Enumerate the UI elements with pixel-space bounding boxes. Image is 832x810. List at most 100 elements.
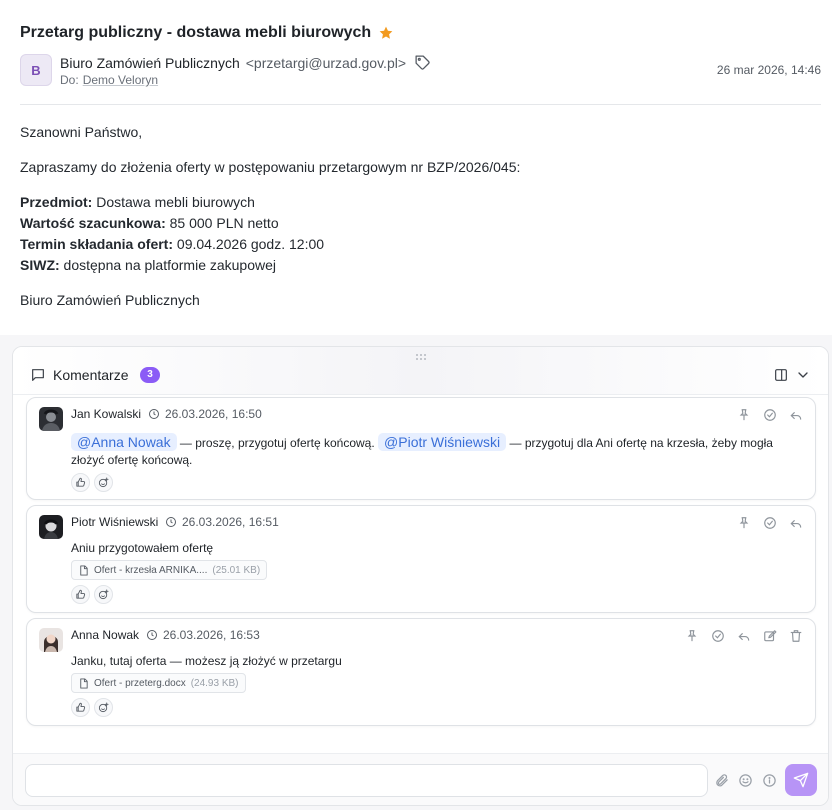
comments-title: Komentarze	[53, 367, 129, 383]
pin-icon[interactable]	[737, 408, 751, 422]
email-signature: Biuro Zamówień Publicznych	[20, 292, 200, 308]
comment-text-part: — proszę, przygotuj ofertę końcową.	[176, 436, 379, 450]
comment-time-text: 26.03.2026, 16:53	[163, 628, 260, 642]
detail-label: Przedmiot:	[20, 194, 93, 210]
detail-subject: Przedmiot: Dostawa mebli biurowych	[20, 192, 820, 213]
comment-text: @Anna Nowak — proszę, przygotuj ofertę k…	[71, 433, 775, 469]
star-icon[interactable]	[378, 25, 394, 41]
chat-bubble-icon	[30, 367, 46, 383]
avatar	[39, 628, 63, 652]
attachment-name: Ofert - przeterg.docx	[94, 677, 186, 689]
recipient-line: Do: Demo Veloryn	[60, 73, 158, 87]
file-icon	[80, 564, 88, 576]
sender-line: Biuro Zamówień Publicznych <przetargi@ur…	[60, 54, 431, 71]
attachment-size: (24.93 KB)	[190, 677, 239, 689]
comment-time: 26.03.2026, 16:50	[148, 407, 262, 421]
detail-value: 85 000 PLN netto	[169, 215, 279, 231]
thumbs-up-button[interactable]	[71, 585, 90, 604]
reply-icon[interactable]	[737, 629, 751, 643]
email-subject: Przetarg publiczny - dostawa mebli biuro…	[20, 24, 394, 42]
add-reaction-button[interactable]	[94, 698, 113, 717]
chevron-down-icon[interactable]	[795, 367, 811, 383]
sender-email[interactable]: <przetargi@urzad.gov.pl>	[246, 55, 406, 71]
detail-value: 09.04.2026 godz. 12:00	[176, 236, 325, 252]
sender-name[interactable]: Biuro Zamówień Publicznych	[60, 55, 240, 71]
comment-actions	[685, 629, 803, 643]
detail-estimated-value: Wartość szacunkowa: 85 000 PLN netto	[20, 213, 820, 234]
subject-text: Przetarg publiczny - dostawa mebli biuro…	[20, 24, 372, 41]
recipient-name[interactable]: Demo Veloryn	[83, 73, 158, 87]
thumbs-up-icon	[76, 477, 86, 487]
reply-icon[interactable]	[789, 516, 803, 530]
send-icon	[793, 772, 809, 788]
drag-handle-icon[interactable]	[414, 348, 428, 360]
detail-label: SIWZ:	[20, 257, 60, 273]
avatar	[39, 515, 63, 539]
pin-icon[interactable]	[737, 516, 751, 530]
email-greeting: Szanowni Państwo,	[20, 124, 143, 140]
mention-chip[interactable]: @Piotr Wiśniewski	[378, 433, 507, 451]
thumbs-up-button[interactable]	[71, 698, 90, 717]
email-body: Szanowni Państwo, Zapraszamy do złożenia…	[20, 122, 820, 326]
comment-item: Anna Nowak 26.03.2026, 16:53 Janku, tuta…	[26, 618, 816, 726]
email-view: Przetarg publiczny - dostawa mebli biuro…	[0, 0, 832, 335]
comment-author: Anna Nowak	[71, 628, 140, 642]
comment-text: Aniu przygotowałem ofertę	[71, 541, 214, 555]
thumbs-up-icon	[76, 702, 86, 712]
file-icon	[80, 677, 88, 689]
split-view-icon[interactable]	[773, 367, 789, 383]
info-icon[interactable]	[762, 773, 777, 788]
comment-text: Janku, tutaj oferta — możesz ją złożyć w…	[71, 654, 342, 668]
clock-icon	[147, 630, 157, 640]
comment-time-text: 26.03.2026, 16:50	[165, 407, 262, 421]
attachment-chip[interactable]: Ofert - krzesła ARNIKA.... (25.01 KB)	[71, 560, 268, 580]
detail-siwz: SIWZ: dostępna na platformie zakupowej	[20, 255, 820, 276]
pin-icon[interactable]	[685, 629, 699, 643]
detail-label: Wartość szacunkowa:	[20, 215, 166, 231]
avatar	[39, 407, 63, 431]
add-reaction-button[interactable]	[94, 473, 113, 492]
edit-icon[interactable]	[763, 629, 777, 643]
email-intro: Zapraszamy do złożenia oferty w postępow…	[20, 159, 521, 175]
comment-time: 26.03.2026, 16:51	[165, 515, 279, 529]
comment-composer	[13, 753, 828, 805]
emoji-add-icon	[98, 702, 109, 713]
add-reaction-button[interactable]	[94, 585, 113, 604]
trash-icon[interactable]	[789, 629, 803, 643]
comment-item: Jan Kowalski 26.03.2026, 16:50 @Anna Now…	[26, 397, 816, 500]
check-circle-icon[interactable]	[763, 516, 777, 530]
sender-avatar: B	[20, 54, 52, 86]
comment-time-text: 26.03.2026, 16:51	[182, 515, 279, 529]
thumbs-up-button[interactable]	[71, 473, 90, 492]
comments-panel: Komentarze 3 Jan Kowalski 26.03.2026, 16…	[12, 346, 829, 806]
emoji-add-icon	[98, 477, 109, 488]
reaction-bar	[71, 585, 113, 604]
reply-icon[interactable]	[789, 408, 803, 422]
comments-count-badge: 3	[140, 367, 160, 383]
comment-actions	[737, 516, 803, 530]
header-divider	[20, 104, 821, 105]
reaction-bar	[71, 698, 113, 717]
comment-item: Piotr Wiśniewski 26.03.2026, 16:51 Aniu …	[26, 505, 816, 613]
attachment-chip[interactable]: Ofert - przeterg.docx (24.93 KB)	[71, 673, 246, 693]
detail-deadline: Termin składania ofert: 09.04.2026 godz.…	[20, 234, 820, 255]
detail-label: Termin składania ofert:	[20, 236, 174, 252]
check-circle-icon[interactable]	[763, 408, 777, 422]
check-circle-icon[interactable]	[711, 629, 725, 643]
thumbs-up-icon	[76, 589, 86, 599]
attachment-size: (25.01 KB)	[212, 564, 261, 576]
send-button[interactable]	[785, 764, 817, 796]
emoji-add-icon	[98, 589, 109, 600]
tender-details: Przedmiot: Dostawa mebli biurowych Warto…	[20, 192, 820, 276]
comment-author: Piotr Wiśniewski	[71, 515, 159, 529]
clock-icon	[166, 517, 176, 527]
to-label: Do:	[60, 73, 79, 87]
comment-time: 26.03.2026, 16:53	[146, 628, 260, 642]
comment-input[interactable]	[25, 764, 708, 797]
emoji-icon[interactable]	[738, 773, 753, 788]
paperclip-icon[interactable]	[714, 773, 729, 788]
tag-icon[interactable]	[414, 54, 431, 71]
comment-actions	[737, 408, 803, 422]
comment-author: Jan Kowalski	[71, 407, 142, 421]
mention-chip[interactable]: @Anna Nowak	[71, 433, 177, 451]
